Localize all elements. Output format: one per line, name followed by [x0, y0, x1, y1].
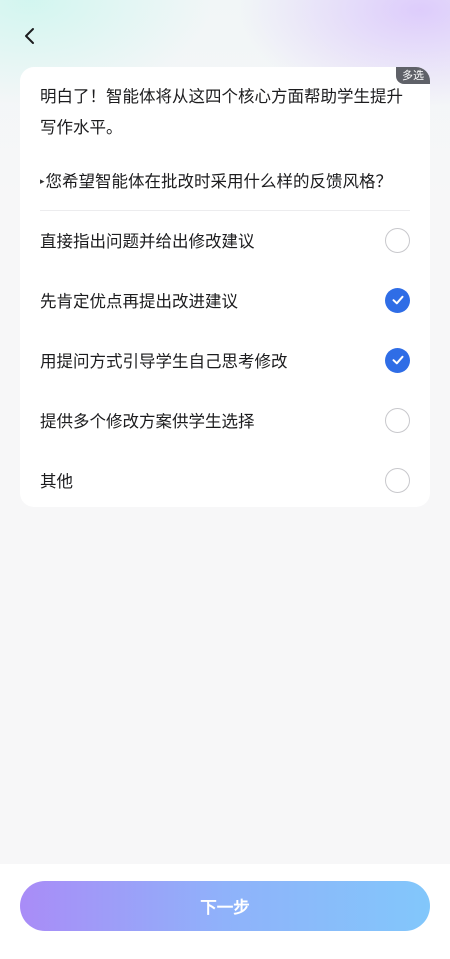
- checked-circle-icon[interactable]: [385, 287, 410, 313]
- next-step-button[interactable]: 下一步: [20, 881, 430, 931]
- intro-text: 明白了！智能体将从这四个核心方面帮助学生提升写作水平。: [40, 87, 403, 137]
- option-label: 其他: [40, 472, 73, 491]
- checkmark-icon: [392, 295, 403, 305]
- option-direct-feedback[interactable]: 直接指出问题并给出修改建议: [20, 210, 430, 270]
- chevron-left-icon: [25, 28, 34, 44]
- unchecked-circle-icon[interactable]: [385, 467, 410, 493]
- back-button[interactable]: [14, 20, 46, 52]
- question-card: 多选 明白了！智能体将从这四个核心方面帮助学生提升写作水平。 ▸ 您希望智能体在…: [20, 67, 430, 507]
- option-label: 直接指出问题并给出修改建议: [40, 232, 255, 251]
- option-praise-first[interactable]: 先肯定优点再提出改进建议: [20, 270, 430, 330]
- option-guided-questions[interactable]: 用提问方式引导学生自己思考修改: [20, 330, 430, 390]
- question-text: 您希望智能体在批改时采用什么样的反馈风格？: [45, 172, 393, 191]
- option-multiple-plans[interactable]: 提供多个修改方案供学生选择: [20, 390, 430, 450]
- option-other[interactable]: 其他: [20, 450, 430, 510]
- question-title: ▸ 您希望智能体在批改时采用什么样的反馈风格？: [40, 167, 420, 197]
- unchecked-circle-icon[interactable]: [385, 227, 410, 253]
- option-label: 提供多个修改方案供学生选择: [40, 412, 255, 431]
- question-marker-icon: ▸: [40, 177, 45, 187]
- checked-circle-icon[interactable]: [385, 347, 410, 373]
- unchecked-circle-icon[interactable]: [385, 407, 410, 433]
- options-list: 直接指出问题并给出修改建议 先肯定优点再提出改进建议 用提问方式引导学生自己思考…: [20, 210, 430, 510]
- option-label: 先肯定优点再提出改进建议: [40, 292, 238, 311]
- checkmark-icon: [392, 355, 403, 365]
- option-label: 用提问方式引导学生自己思考修改: [40, 352, 288, 371]
